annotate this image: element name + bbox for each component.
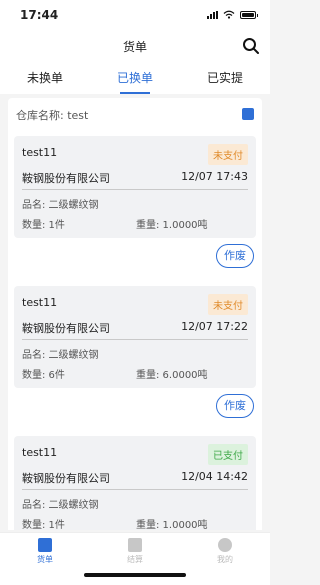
divider xyxy=(22,339,248,340)
weight: 重量: 6.0000吨 xyxy=(136,370,208,381)
status-badge: 未支付 xyxy=(208,294,248,315)
tabbar-label: 货单 xyxy=(37,555,53,564)
company-name: 鞍钢股份有限公司 xyxy=(22,322,110,335)
receipt-icon xyxy=(128,538,142,552)
product-name: 品名: 二级螺纹钢 xyxy=(22,350,99,361)
order-card[interactable]: test11 未支付 鞍钢股份有限公司 12/07 17:22 品名: 二级螺纹… xyxy=(14,286,256,388)
void-button[interactable]: 作废 xyxy=(216,244,254,268)
status-badge: 已支付 xyxy=(208,444,248,465)
company-name: 鞍钢股份有限公司 xyxy=(22,172,110,185)
order-list: test11 未支付 鞍钢股份有限公司 12/07 17:43 品名: 二级螺纹… xyxy=(8,130,262,530)
order-datetime: 12/07 17:43 xyxy=(181,170,248,183)
nav-bar: 货单 xyxy=(0,30,270,62)
order-card[interactable]: test11 未支付 鞍钢股份有限公司 12/07 17:43 品名: 二级螺纹… xyxy=(14,136,256,238)
tabbar-item-profile[interactable]: 我的 xyxy=(180,533,270,585)
upload-icon[interactable] xyxy=(242,108,254,120)
divider xyxy=(22,189,248,190)
warehouse-bar: 仓库名称: test xyxy=(8,98,262,130)
tab-exchanged[interactable]: 已换单 xyxy=(90,62,180,94)
order-code: test11 xyxy=(22,146,58,159)
order-datetime: 12/07 17:22 xyxy=(181,320,248,333)
order-card[interactable]: test11 已支付 鞍钢股份有限公司 12/04 14:42 品名: 二级螺纹… xyxy=(14,436,256,530)
tab-unexchanged[interactable]: 未换单 xyxy=(0,62,90,94)
wifi-icon xyxy=(223,10,235,19)
status-time: 17:44 xyxy=(20,8,59,22)
tabbar-label: 结算 xyxy=(127,555,143,564)
weight: 重量: 1.0000吨 xyxy=(136,520,208,530)
order-datetime: 12/04 14:42 xyxy=(181,470,248,483)
order-item: test11 未支付 鞍钢股份有限公司 12/07 17:43 品名: 二级螺纹… xyxy=(8,130,262,280)
clipboard-icon xyxy=(38,538,52,552)
status-badge: 未支付 xyxy=(208,144,248,165)
status-icons xyxy=(207,10,258,19)
product-name: 品名: 二级螺纹钢 xyxy=(22,200,99,211)
tabbar-item-orders[interactable]: 货单 xyxy=(0,533,90,585)
bottom-tab-bar: 货单 结算 我的 xyxy=(0,532,270,585)
tabbar-item-settlement[interactable]: 结算 xyxy=(90,533,180,585)
weight: 重量: 1.0000吨 xyxy=(136,220,208,231)
tabbar-label: 我的 xyxy=(217,555,233,564)
order-code: test11 xyxy=(22,446,58,459)
quantity: 数量: 1件 xyxy=(22,220,65,231)
order-item: test11 未支付 鞍钢股份有限公司 12/07 17:22 品名: 二级螺纹… xyxy=(8,280,262,430)
signal-icon xyxy=(207,10,218,19)
warehouse-label: 仓库名称: test xyxy=(16,109,89,122)
status-bar: 17:44 xyxy=(0,0,270,30)
company-name: 鞍钢股份有限公司 xyxy=(22,472,110,485)
battery-icon xyxy=(240,10,258,19)
tab-picked-up[interactable]: 已实提 xyxy=(180,62,270,94)
void-button[interactable]: 作废 xyxy=(216,394,254,418)
order-tabs: 未换单 已换单 已实提 xyxy=(0,62,270,94)
page-title: 货单 xyxy=(122,40,147,54)
order-code: test11 xyxy=(22,296,58,309)
home-indicator xyxy=(84,573,186,577)
search-icon[interactable] xyxy=(242,37,260,55)
divider xyxy=(22,489,248,490)
quantity: 数量: 1件 xyxy=(22,520,65,530)
quantity: 数量: 6件 xyxy=(22,370,65,381)
product-name: 品名: 二级螺纹钢 xyxy=(22,500,99,511)
order-item: test11 已支付 鞍钢股份有限公司 12/04 14:42 品名: 二级螺纹… xyxy=(8,430,262,530)
user-icon xyxy=(218,538,232,552)
